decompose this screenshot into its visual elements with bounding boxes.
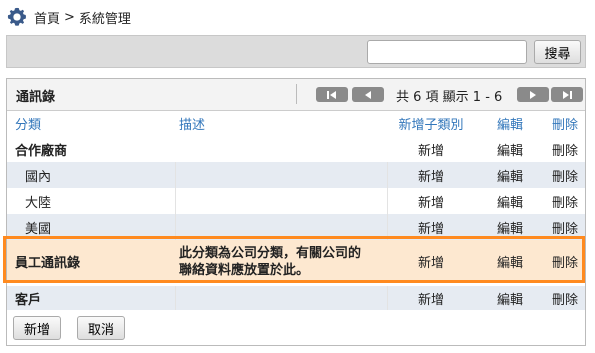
add-category-button[interactable]: 新增 <box>13 316 62 340</box>
first-page-icon <box>327 90 336 99</box>
breadcrumb-separator: > <box>64 9 75 25</box>
panel-header: 通訊錄 共 6 項 顯示 1 - 6 <box>7 79 585 111</box>
column-header-description[interactable]: 描述 <box>175 110 387 136</box>
search-input[interactable] <box>367 40 527 64</box>
table-row: 合作廠商 新增 編輯 刪除 <box>7 136 585 162</box>
breadcrumb-home[interactable]: 首頁 <box>34 8 60 27</box>
column-header-add-sub: 新增子類別 <box>398 117 464 133</box>
table-row: 國內 新增 編輯 刪除 <box>7 162 585 188</box>
category-name: 大陸 <box>25 195 52 211</box>
breadcrumb-current: 系統管理 <box>78 11 131 27</box>
category-description <box>175 188 387 214</box>
prev-page-icon <box>365 90 371 99</box>
category-description <box>175 286 387 310</box>
add-subcategory-link[interactable]: 新增 <box>387 286 475 310</box>
add-subcategory-link[interactable]: 新增 <box>387 188 475 214</box>
address-book-panel: 通訊錄 共 6 項 顯示 1 - 6 分類 描述 新增子類別 編輯 刪除 合作廠… <box>6 78 586 346</box>
category-description <box>175 136 387 162</box>
highlight-frame <box>3 236 585 283</box>
category-name: 客戶 <box>15 292 42 308</box>
delete-link[interactable]: 刪除 <box>545 162 585 188</box>
last-page-button[interactable] <box>551 87 583 102</box>
column-header-edit: 編輯 <box>496 117 523 133</box>
edit-link[interactable]: 編輯 <box>475 286 545 310</box>
edit-link[interactable]: 編輯 <box>475 188 545 214</box>
first-page-button[interactable] <box>316 87 348 102</box>
category-name: 合作廠商 <box>15 143 68 159</box>
delete-link[interactable]: 刪除 <box>545 136 585 162</box>
table-row: 客戶 新增 編輯 刪除 <box>7 286 585 310</box>
delete-link[interactable]: 刪除 <box>545 188 585 214</box>
edit-link[interactable]: 編輯 <box>475 136 545 162</box>
edit-link[interactable]: 編輯 <box>475 162 545 188</box>
next-page-button[interactable] <box>517 87 549 102</box>
cancel-button[interactable]: 取消 <box>77 316 126 340</box>
search-bar: 搜尋 <box>6 35 586 68</box>
prev-page-button[interactable] <box>352 87 384 102</box>
category-description <box>175 162 387 188</box>
panel-title: 通訊錄 <box>16 90 56 105</box>
last-page-icon <box>563 90 572 99</box>
breadcrumb: 首頁 > 系統管理 <box>6 6 131 28</box>
table-header-row: 分類 描述 新增子類別 編輯 刪除 <box>7 110 585 136</box>
column-header-category[interactable]: 分類 <box>7 110 175 136</box>
pager-info: 共 6 項 顯示 1 - 6 <box>396 90 503 105</box>
table-row: 大陸 新增 編輯 刪除 <box>7 188 585 214</box>
column-header-delete: 刪除 <box>551 117 578 133</box>
search-button[interactable]: 搜尋 <box>534 40 581 64</box>
header-divider <box>296 84 297 104</box>
add-subcategory-link[interactable]: 新增 <box>387 136 475 162</box>
next-page-icon <box>530 90 536 99</box>
category-name: 國內 <box>25 169 52 185</box>
gear-icon <box>7 7 26 26</box>
delete-link[interactable]: 刪除 <box>545 286 585 310</box>
add-subcategory-link[interactable]: 新增 <box>387 162 475 188</box>
